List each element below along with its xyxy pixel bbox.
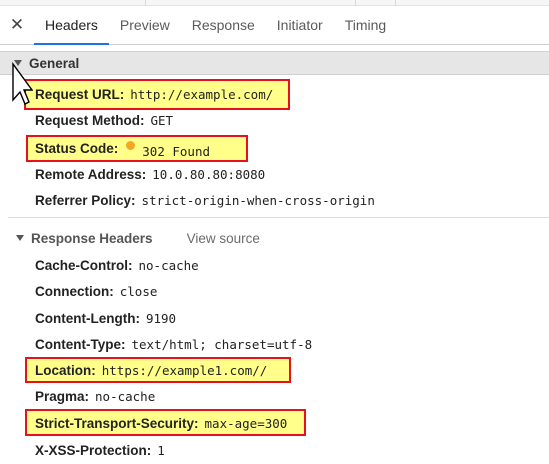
response-row-cache-control: Cache-Control: no-cache <box>35 255 199 275</box>
general-section-title: General <box>29 55 80 71</box>
header-key: Location: <box>35 362 96 378</box>
header-key: Status Code: <box>35 140 119 156</box>
header-key: Pragma: <box>35 388 90 404</box>
response-row-content-type: Content-Type: text/html; charset=utf-8 <box>35 334 312 354</box>
header-key: Cache-Control: <box>35 257 133 273</box>
tab-preview[interactable]: Preview <box>109 6 181 44</box>
tab-initiator[interactable]: Initiator <box>266 6 334 44</box>
header-value: https://example1.com// <box>101 362 268 378</box>
response-row-connection: Connection: close <box>35 281 157 301</box>
tab-timing[interactable]: Timing <box>334 6 398 44</box>
header-value: 9190 <box>145 310 177 326</box>
response-row-content-length: Content-Length: 9190 <box>35 308 176 328</box>
general-row-request-method: Request Method: GET <box>35 110 173 130</box>
general-section-header[interactable]: General <box>0 51 549 75</box>
response-row-location: Location: https://example1.com// <box>35 360 267 380</box>
response-row-pragma: Pragma: no-cache <box>35 386 155 406</box>
header-value: GET <box>150 112 174 128</box>
header-key: Remote Address: <box>35 166 147 182</box>
response-headers-title: Response Headers <box>31 230 153 246</box>
header-key: Content-Type: <box>35 336 126 352</box>
header-value: 10.0.80.80:8080 <box>152 166 266 182</box>
section-divider <box>8 217 549 218</box>
tab-response[interactable]: Response <box>181 6 266 44</box>
header-key: Content-Length: <box>35 310 140 326</box>
general-row-remote-address: Remote Address: 10.0.80.80:8080 <box>35 164 265 184</box>
header-value: http://example.com/ <box>130 86 274 102</box>
header-key: X-XSS-Protection: <box>35 442 152 458</box>
collapse-triangle-icon <box>16 235 24 241</box>
header-value: no-cache <box>138 257 199 273</box>
response-headers-section-header[interactable]: Response Headers View source <box>0 227 549 249</box>
mouse-pointer-icon <box>12 62 33 105</box>
header-value: 302 Found <box>142 143 210 159</box>
header-value: 1 <box>157 442 165 458</box>
general-row-referrer-policy: Referrer Policy: strict-origin-when-cros… <box>35 190 375 210</box>
tab-headers[interactable]: Headers <box>34 6 109 45</box>
response-row-strict-transport-security: Strict-Transport-Security: max-age=300 <box>35 413 287 433</box>
general-row-request-url: Request URL: http://example.com/ <box>35 84 273 104</box>
header-key: Referrer Policy: <box>35 192 136 208</box>
general-row-status-code: Status Code: 302 Found <box>35 138 210 159</box>
response-row-x-xss-protection: X-XSS-Protection: 1 <box>35 440 165 460</box>
devtools-network-headers-panel: ✕ Headers Preview Response Initiator Tim… <box>0 0 549 464</box>
status-indicator-icon <box>126 140 136 150</box>
header-key: Strict-Transport-Security: <box>35 415 199 431</box>
header-value: strict-origin-when-cross-origin <box>141 192 375 208</box>
header-key: Request URL: <box>35 86 125 102</box>
header-value: no-cache <box>95 388 156 404</box>
close-icon[interactable]: ✕ <box>0 6 34 44</box>
tab-bar: ✕ Headers Preview Response Initiator Tim… <box>0 6 549 45</box>
header-key: Connection: <box>35 283 114 299</box>
header-value: text/html; charset=utf-8 <box>131 336 313 352</box>
header-key: Request Method: <box>35 112 145 128</box>
header-value: max-age=300 <box>204 415 288 431</box>
view-source-link[interactable]: View source <box>187 231 260 246</box>
header-value: close <box>119 283 158 299</box>
